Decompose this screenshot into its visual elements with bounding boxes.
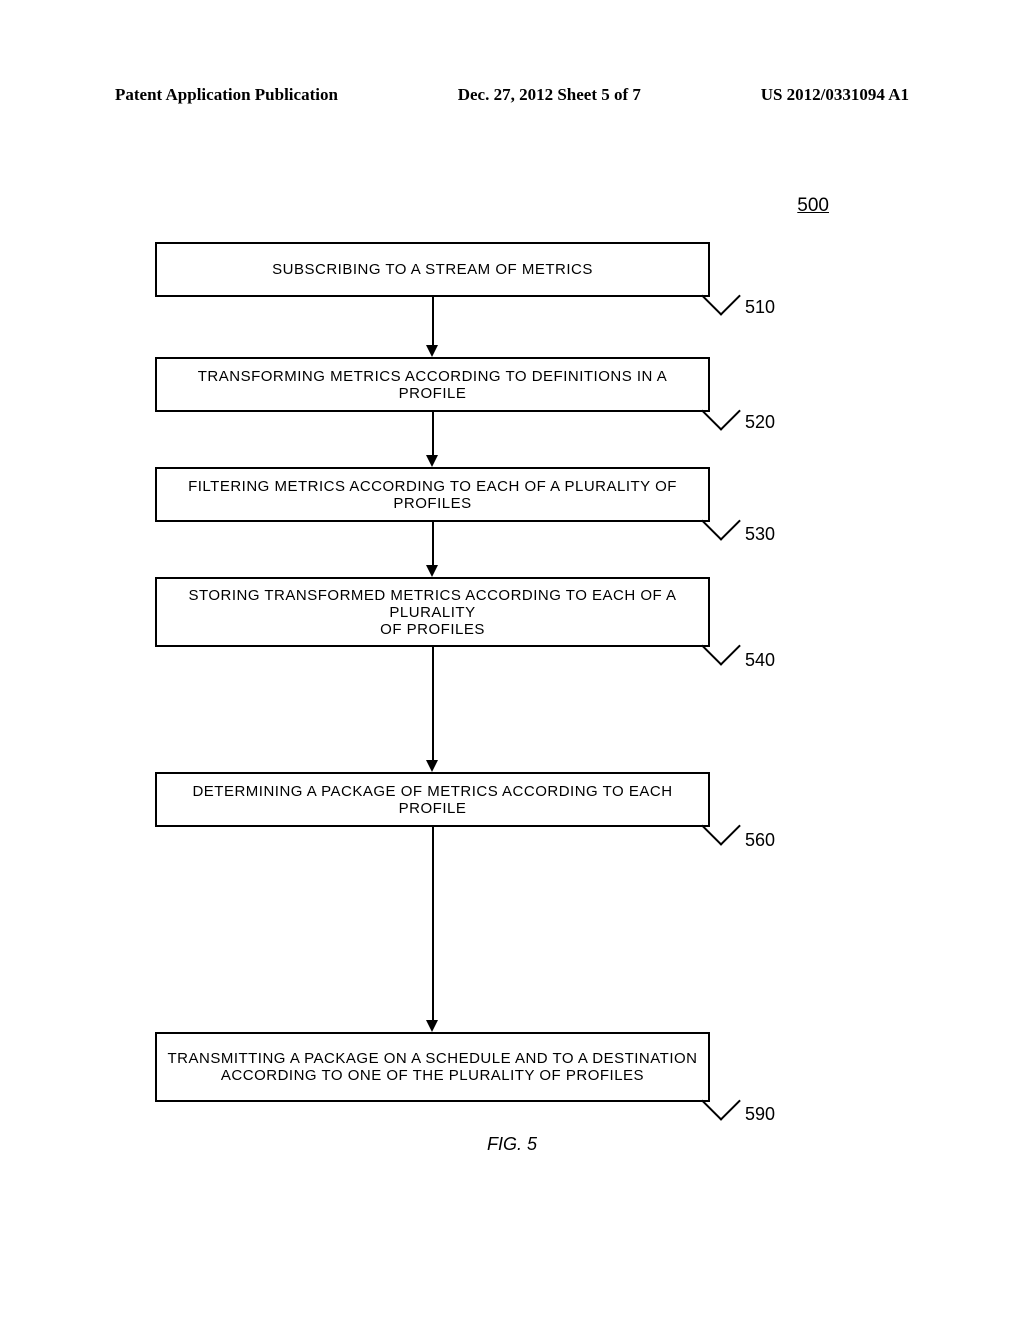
flowchart-step-530: FILTERING METRICS ACCORDING TO EACH OF A… — [155, 467, 710, 522]
arrow-head-icon — [426, 345, 438, 357]
step-text: TRANSFORMING METRICS ACCORDING TO DEFINI… — [165, 368, 700, 402]
page-header: Patent Application Publication Dec. 27, … — [0, 85, 1024, 105]
flowchart-step-590: TRANSMITTING A PACKAGE ON A SCHEDULE AND… — [155, 1032, 710, 1102]
arrow-head-icon — [426, 455, 438, 467]
reference-number: 560 — [745, 830, 775, 851]
reference-number: 590 — [745, 1104, 775, 1125]
reference-number: 540 — [745, 650, 775, 671]
flowchart-step-560: DETERMINING A PACKAGE OF METRICS ACCORDI… — [155, 772, 710, 827]
step-text-line1: STORING TRANSFORMED METRICS ACCORDING TO… — [165, 587, 700, 621]
step-text-line2: ACCORDING TO ONE OF THE PLURALITY OF PRO… — [221, 1067, 644, 1084]
arrow-line — [432, 647, 434, 760]
reference-number: 520 — [745, 412, 775, 433]
step-text: FILTERING METRICS ACCORDING TO EACH OF A… — [165, 478, 700, 512]
arrow-line — [432, 412, 434, 455]
arrow-line — [432, 827, 434, 1020]
step-text: DETERMINING A PACKAGE OF METRICS ACCORDI… — [165, 783, 700, 817]
reference-number: 510 — [745, 297, 775, 318]
figure-caption: FIG. 5 — [0, 1134, 1024, 1155]
step-text-line1: TRANSMITTING A PACKAGE ON A SCHEDULE AND… — [167, 1050, 697, 1067]
arrow-line — [432, 297, 434, 345]
step-text: SUBSCRIBING TO A STREAM OF METRICS — [272, 261, 593, 278]
header-pub-number: US 2012/0331094 A1 — [761, 85, 909, 105]
arrow-head-icon — [426, 760, 438, 772]
arrow-line — [432, 522, 434, 565]
arrow-head-icon — [426, 565, 438, 577]
flowchart-step-510: SUBSCRIBING TO A STREAM OF METRICS — [155, 242, 710, 297]
flowchart-step-540: STORING TRANSFORMED METRICS ACCORDING TO… — [155, 577, 710, 647]
figure-number: 500 — [797, 195, 829, 217]
header-date-sheet: Dec. 27, 2012 Sheet 5 of 7 — [458, 85, 641, 105]
reference-number: 530 — [745, 524, 775, 545]
header-publication: Patent Application Publication — [115, 85, 338, 105]
step-text-line2: OF PROFILES — [380, 621, 485, 638]
flowchart-step-520: TRANSFORMING METRICS ACCORDING TO DEFINI… — [155, 357, 710, 412]
arrow-head-icon — [426, 1020, 438, 1032]
